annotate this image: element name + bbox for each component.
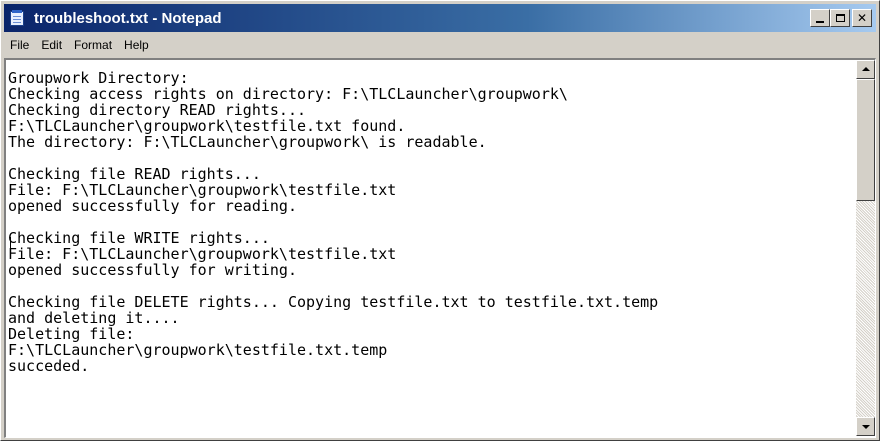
arrow-down-icon (862, 425, 870, 429)
text-line (8, 150, 853, 166)
arrow-up-icon (862, 67, 870, 71)
text-line: F:\TLCLauncher\groupwork\testfile.txt.te… (8, 341, 388, 359)
text-line: F:\TLCLauncher\groupwork\testfile.txt fo… (8, 117, 406, 135)
text-line: Checking file READ rights... (8, 165, 261, 183)
text-caret (10, 237, 11, 255)
menu-format[interactable]: Format (68, 34, 118, 56)
text-line: opened successfully for reading. (8, 197, 297, 215)
text-line: succeded. (8, 357, 90, 375)
text-line: Groupwork Directory: (8, 70, 189, 87)
text-line: and deleting it.... (8, 309, 180, 327)
text-line: opened successfully for writing. (8, 261, 297, 279)
text-editor[interactable]: Groupwork Directory: Checking access righ… (4, 58, 876, 438)
text-line: File: F:\TLCLauncher\groupwork\testfile.… (8, 245, 397, 263)
text-line: Checking access rights on directory: F:\… (8, 85, 568, 103)
close-button[interactable]: ✕ (852, 9, 872, 27)
minimize-button[interactable] (810, 9, 830, 27)
scroll-up-button[interactable] (856, 60, 875, 79)
text-line: Checking file WRITE rights... (8, 229, 270, 247)
text-line: The directory: F:\TLCLauncher\groupwork\… (8, 133, 487, 151)
menu-edit[interactable]: Edit (35, 34, 68, 56)
minimize-icon (816, 21, 824, 23)
maximize-button[interactable] (830, 9, 850, 27)
text-line: Checking directory READ rights... (8, 101, 307, 119)
menu-file[interactable]: File (4, 34, 35, 56)
scroll-thumb[interactable] (856, 79, 875, 201)
text-line (8, 278, 853, 294)
text-line: Checking file DELETE rights... Copying t… (8, 293, 659, 311)
window-title: troubleshoot.txt - Notepad (34, 9, 222, 27)
text-line: File: F:\TLCLauncher\groupwork\testfile.… (8, 181, 397, 199)
vertical-scrollbar[interactable] (856, 60, 875, 436)
caption-buttons: ✕ (810, 9, 872, 27)
text-content[interactable]: Groupwork Directory: Checking access righ… (8, 70, 853, 436)
menu-help[interactable]: Help (118, 34, 155, 56)
notepad-icon[interactable] (8, 8, 28, 28)
text-line: Deleting file: (8, 325, 135, 343)
notepad-window: troubleshoot.txt - Notepad ✕ File Edit F… (0, 0, 880, 441)
close-icon: ✕ (856, 11, 868, 25)
menu-bar: File Edit Format Help (4, 34, 876, 56)
maximize-icon (835, 14, 845, 22)
text-line (8, 214, 853, 230)
scroll-down-button[interactable] (856, 417, 875, 436)
title-bar[interactable]: troubleshoot.txt - Notepad ✕ (4, 4, 876, 32)
